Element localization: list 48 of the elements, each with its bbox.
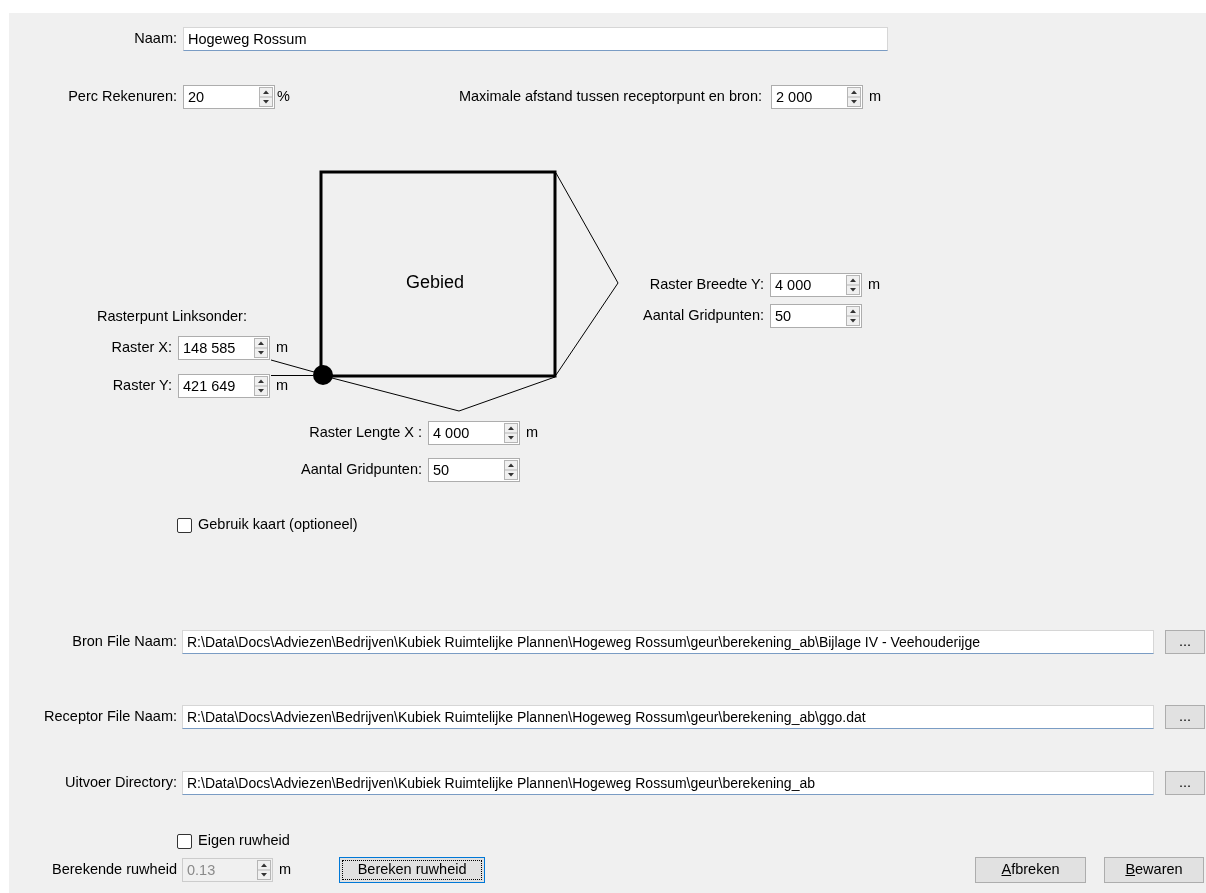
- field-label: Aantal Gridpunten:: [300, 460, 422, 480]
- spin-buttons[interactable]: [257, 860, 271, 880]
- leader-line: [270, 375, 314, 376]
- unit-label: m: [276, 376, 289, 396]
- unit-label: m: [276, 338, 289, 358]
- spin-buttons[interactable]: [254, 376, 268, 396]
- action-button[interactable]: Bewaren: [1104, 857, 1204, 883]
- browse-button[interactable]: ...: [1165, 630, 1205, 654]
- field-label: Perc Rekenuren:: [67, 87, 177, 107]
- checkbox-label: Gebruik kaart (optioneel): [198, 515, 358, 535]
- spin-buttons[interactable]: [846, 275, 860, 295]
- action-button[interactable]: Bereken ruwheid: [339, 857, 486, 883]
- spin-buttons[interactable]: [504, 460, 518, 480]
- field-label: Maximale afstand tussen receptorpunt en bron:: [457, 87, 762, 107]
- field-label: Raster Y:: [111, 376, 172, 396]
- path-field[interactable]: R:\Data\Docs\Adviezen\Bedrijven\Kubiek Ruimtelijke Plannen\Hogeweg Rossum\geur\berekening_ab\ggo.dat: [182, 705, 1154, 729]
- spin-buttons[interactable]: [259, 87, 273, 107]
- spin-buttons[interactable]: [846, 306, 860, 326]
- text-field[interactable]: Hogeweg Rossum: [183, 27, 888, 51]
- spin-buttons[interactable]: [847, 87, 861, 107]
- field-label: Naam:: [133, 29, 177, 49]
- field-label: Uitvoer Directory:: [64, 773, 177, 793]
- spin-buttons[interactable]: [504, 423, 518, 443]
- field-label: Aantal Gridpunten:: [642, 306, 764, 326]
- unit-label: m: [526, 423, 539, 443]
- spin-buttons[interactable]: [254, 338, 268, 358]
- browse-button[interactable]: ...: [1165, 705, 1205, 729]
- checkbox-label: Eigen ruwheid: [198, 831, 290, 851]
- field-label: Raster X:: [110, 338, 172, 358]
- unit-label: %: [277, 87, 290, 107]
- origin-dot: [313, 365, 333, 385]
- field-label: Raster Lengte X :: [308, 423, 422, 443]
- checkbox[interactable]: [177, 517, 192, 533]
- field-label: Bron File Naam:: [71, 632, 177, 652]
- unit-label: m: [279, 860, 292, 880]
- field-label: Receptor File Naam:: [43, 707, 177, 727]
- checkbox[interactable]: [177, 833, 192, 849]
- unit-label: m: [869, 87, 882, 107]
- unit-label: m: [868, 275, 881, 295]
- path-field[interactable]: R:\Data\Docs\Adviezen\Bedrijven\Kubiek Ruimtelijke Plannen\Hogeweg Rossum\geur\berekening_ab: [182, 771, 1154, 795]
- leader-line: [270, 359, 315, 373]
- path-field[interactable]: R:\Data\Docs\Adviezen\Bedrijven\Kubiek Ruimtelijke Plannen\Hogeweg Rossum\geur\berekening_ab\Bijlage IV - Veehouderijge: [182, 630, 1154, 654]
- action-button[interactable]: Afbreken: [975, 857, 1086, 883]
- browse-button[interactable]: ...: [1165, 771, 1205, 795]
- field-label: Berekende ruwheid: [51, 860, 177, 880]
- field-label: Raster Breedte Y:: [648, 275, 764, 295]
- section-heading: Rasterpunt Linksonder:: [97, 307, 247, 326]
- area-label: Gebied: [406, 271, 465, 294]
